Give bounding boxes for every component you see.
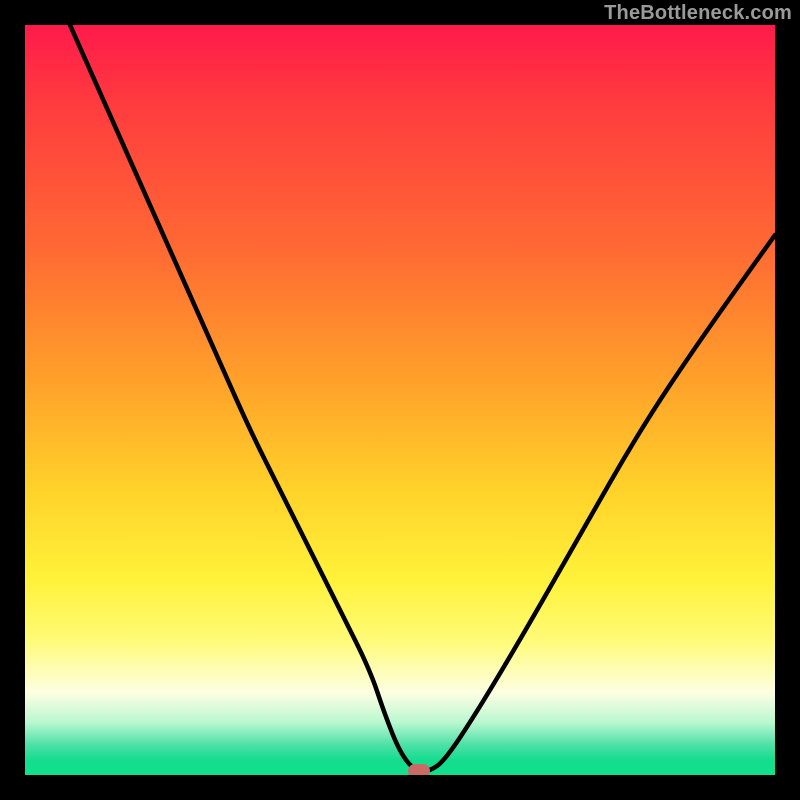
chart-frame: TheBottleneck.com	[0, 0, 800, 800]
plot-area	[25, 25, 775, 775]
curve-layer	[25, 25, 775, 775]
bottleneck-curve-path	[70, 25, 775, 771]
optimal-point-marker	[408, 764, 430, 775]
watermark-text: TheBottleneck.com	[604, 2, 792, 25]
